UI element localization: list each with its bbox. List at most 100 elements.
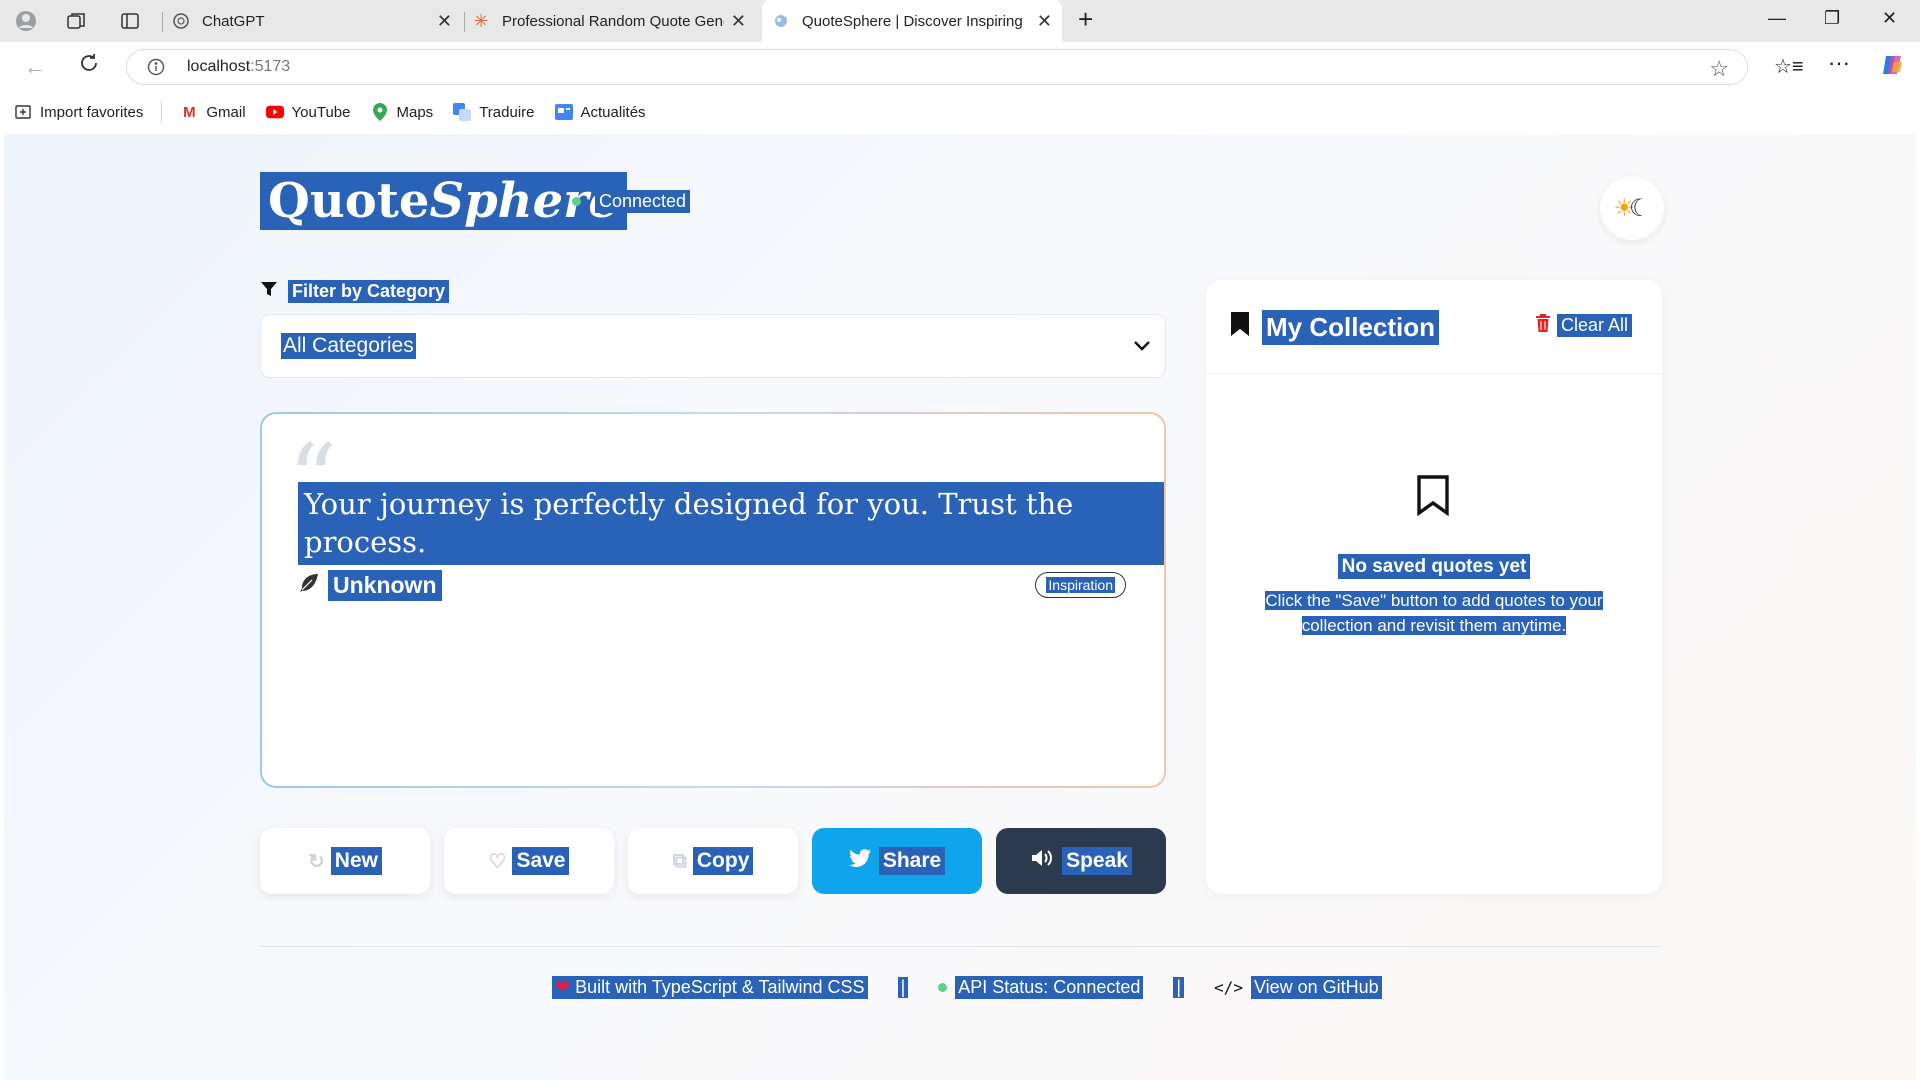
claude-icon: ✳ bbox=[473, 10, 489, 31]
github-link[interactable]: View on GitHub bbox=[1250, 976, 1382, 999]
bookmark-youtube[interactable]: YouTube bbox=[265, 103, 351, 121]
favorites-icon[interactable]: ☆≡ bbox=[1774, 54, 1804, 79]
clear-all-label: Clear All bbox=[1556, 314, 1632, 337]
quotesphere-favicon bbox=[772, 12, 790, 30]
share-button[interactable]: Share bbox=[812, 828, 982, 894]
code-icon: </> bbox=[1214, 978, 1243, 997]
refresh-icon[interactable] bbox=[78, 52, 100, 79]
trash-icon bbox=[1535, 314, 1551, 337]
quote-card: “ Your journey is perfectly designed for… bbox=[260, 412, 1166, 788]
import-icon bbox=[14, 103, 32, 121]
heart-icon: ❤ bbox=[552, 976, 574, 999]
empty-bookmark-icon bbox=[1416, 474, 1450, 521]
close-tab-icon[interactable]: ✕ bbox=[437, 11, 452, 31]
bookmark-label: Gmail bbox=[206, 103, 246, 121]
collection-title-text: My Collection bbox=[1262, 310, 1440, 345]
close-tab-icon[interactable]: ✕ bbox=[731, 11, 746, 31]
api-status-dot-icon bbox=[938, 983, 948, 992]
button-label: Share bbox=[878, 847, 946, 875]
collection-panel: My Collection Clear All No saved quotes … bbox=[1206, 280, 1662, 894]
heart-icon: ♡ bbox=[488, 850, 507, 873]
tab-title: ChatGPT bbox=[202, 12, 265, 30]
empty-state-description: Click the "Save" button to add quotes to… bbox=[1265, 591, 1603, 635]
logo-text-quote: Quote bbox=[268, 173, 430, 229]
browser-tab-bar: ChatGPT ✕ ✳ Professional Random Quote Ge… bbox=[0, 0, 1920, 42]
vertical-tabs-icon[interactable] bbox=[118, 9, 142, 33]
filter-label: Filter by Category bbox=[260, 280, 450, 303]
tab-title: Professional Random Quote Gene bbox=[502, 12, 724, 30]
button-label: Save bbox=[512, 847, 570, 875]
footer-separator: | bbox=[897, 977, 909, 998]
feather-icon bbox=[298, 572, 320, 600]
button-label: New bbox=[330, 847, 382, 875]
button-label: Speak bbox=[1062, 847, 1132, 875]
gmail-icon: M bbox=[183, 103, 196, 121]
copy-icon: ⧉ bbox=[672, 849, 687, 872]
bookmark-maps[interactable]: Maps bbox=[371, 103, 434, 121]
favorite-star-icon[interactable]: ☆ bbox=[1709, 56, 1729, 82]
bookmark-import-favorites[interactable]: Import favorites bbox=[14, 103, 143, 121]
chatgpt-icon bbox=[172, 12, 190, 30]
speaker-icon bbox=[1030, 848, 1054, 874]
button-label: Copy bbox=[692, 847, 754, 875]
url-field[interactable]: localhost:5173 ☆ bbox=[126, 49, 1748, 85]
site-info-icon[interactable] bbox=[147, 58, 165, 81]
clear-all-button[interactable]: Clear All bbox=[1535, 314, 1632, 337]
back-icon[interactable]: ← bbox=[24, 54, 46, 80]
status-dot-icon bbox=[572, 197, 581, 206]
twitter-icon bbox=[848, 849, 871, 873]
bookmark-label: Actualités bbox=[580, 103, 646, 121]
more-options-icon[interactable]: ··· bbox=[1828, 50, 1850, 76]
collection-title: My Collection bbox=[1230, 310, 1440, 345]
minimize-button[interactable]: — bbox=[1768, 8, 1786, 29]
filter-label-text: Filter by Category bbox=[288, 280, 450, 303]
page-content: Quote Sphere Connected ☀ ☾ Filter by Categ… bbox=[4, 134, 1916, 1080]
bookmark-label: Maps bbox=[396, 103, 434, 121]
empty-state-title: No saved quotes yet bbox=[1337, 554, 1531, 579]
tab-chatgpt[interactable]: ChatGPT ✕ bbox=[172, 0, 462, 42]
tab-quote-generator[interactable]: ✳ Professional Random Quote Gene ✕ bbox=[472, 0, 756, 42]
quote-text: Your journey is perfectly designed for y… bbox=[298, 482, 1164, 566]
bookmark-icon bbox=[1230, 311, 1250, 344]
maps-pin-icon bbox=[371, 103, 389, 121]
bookmark-label: Traduire bbox=[479, 103, 535, 121]
bookmark-traduire[interactable]: Traduire bbox=[453, 103, 535, 121]
profile-icon[interactable] bbox=[14, 9, 38, 33]
footer: ❤ Built with TypeScript & Tailwind CSS |… bbox=[552, 976, 1382, 999]
category-select[interactable]: All Categories bbox=[260, 314, 1166, 378]
new-tab-button[interactable]: + bbox=[1078, 4, 1093, 35]
refresh-icon: ↻ bbox=[308, 850, 325, 873]
bookmarks-bar: Import favorites M Gmail YouTube Maps Tr… bbox=[0, 92, 1920, 132]
chevron-down-icon bbox=[1133, 335, 1151, 358]
collections-icon[interactable] bbox=[64, 9, 88, 33]
category-selected-value: All Categories bbox=[281, 333, 416, 359]
quote-author: Unknown bbox=[298, 570, 442, 601]
bookmark-label: YouTube bbox=[291, 103, 351, 121]
new-quote-button[interactable]: ↻ New bbox=[260, 828, 430, 894]
save-quote-button[interactable]: ♡ Save bbox=[444, 828, 614, 894]
restore-button[interactable]: ❐ bbox=[1824, 8, 1840, 29]
status-label: Connected bbox=[595, 190, 691, 213]
address-bar: ← localhost:5173 ☆ ☆≡ ··· bbox=[0, 42, 1920, 92]
theme-toggle-button[interactable]: ☀ ☾ bbox=[1600, 176, 1664, 240]
footer-separator: | bbox=[1173, 977, 1185, 998]
footer-divider bbox=[260, 946, 1662, 947]
footer-api-status: API Status: Connected bbox=[955, 976, 1144, 999]
url-port: :5173 bbox=[250, 58, 291, 75]
filter-funnel-icon bbox=[260, 280, 278, 303]
news-icon bbox=[554, 103, 573, 121]
translate-icon bbox=[453, 103, 472, 121]
close-window-button[interactable]: ✕ bbox=[1882, 8, 1897, 29]
copilot-icon[interactable] bbox=[1880, 52, 1906, 83]
bookmark-gmail[interactable]: M Gmail bbox=[180, 103, 245, 121]
tab-title: QuoteSphere | Discover Inspiring bbox=[802, 12, 1023, 30]
youtube-icon bbox=[265, 103, 284, 121]
close-tab-icon[interactable]: ✕ bbox=[1037, 11, 1052, 31]
speak-button[interactable]: Speak bbox=[996, 828, 1166, 894]
tab-quotesphere[interactable]: QuoteSphere | Discover Inspiring ✕ bbox=[762, 0, 1062, 42]
author-name: Unknown bbox=[328, 570, 442, 601]
moon-icon: ☾ bbox=[1629, 194, 1651, 222]
copy-quote-button[interactable]: ⧉ Copy bbox=[628, 828, 798, 894]
url-host: localhost bbox=[187, 58, 251, 75]
bookmark-actualites[interactable]: Actualités bbox=[554, 103, 646, 121]
